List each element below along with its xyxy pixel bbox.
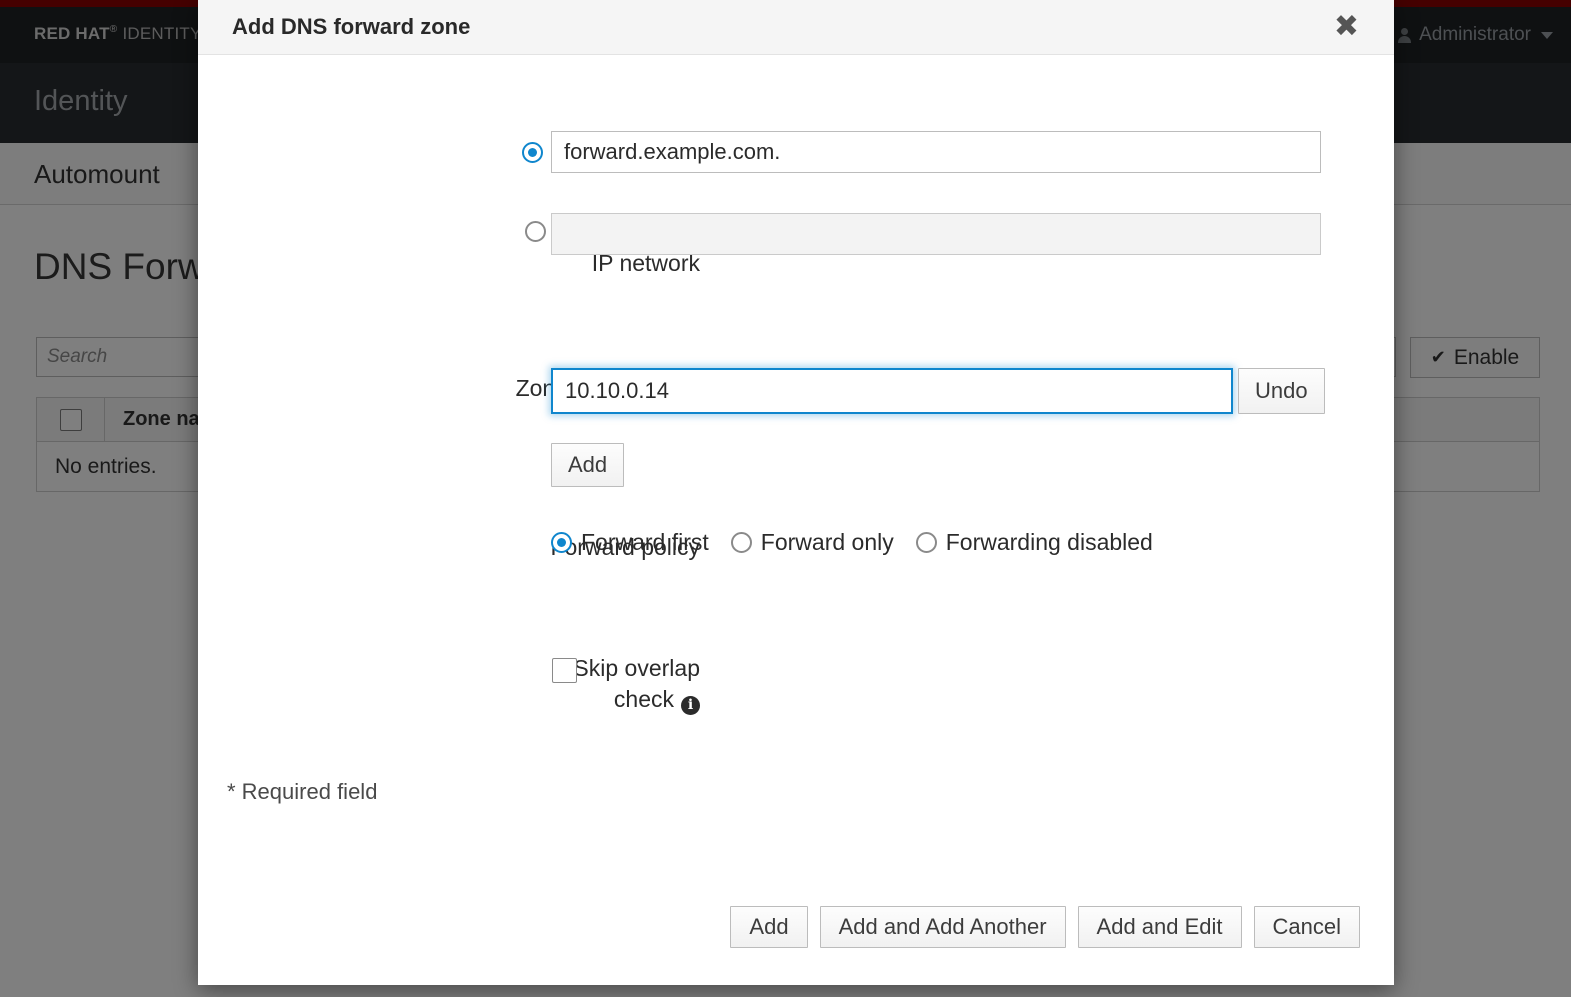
forward-policy-radio-group: Forward first Forward only Forwarding di… (551, 529, 1153, 556)
reverse-zone-radio[interactable] (525, 221, 547, 242)
zone-forwarders-undo-button[interactable]: Undo (1238, 368, 1325, 414)
zone-forwarders-add-button[interactable]: Add (551, 443, 625, 487)
close-icon[interactable]: ✖ (1334, 11, 1359, 42)
zone-name-input[interactable] (551, 131, 1321, 173)
forward-policy-option-forward-only[interactable]: Forward only (730, 529, 894, 556)
forwarding-disabled-radio[interactable] (915, 532, 937, 553)
forward-policy-option-forwarding-disabled[interactable]: Forwarding disabled (915, 529, 1153, 556)
dialog-cancel-button[interactable]: Cancel (1253, 906, 1360, 948)
skip-overlap-check-label-line2: check (613, 686, 674, 713)
dialog-header: Add DNS forward zone ✖ (198, 0, 1394, 55)
skip-overlap-check-checkbox[interactable] (552, 658, 577, 683)
reverse-zone-ip-network-input[interactable] (551, 213, 1321, 255)
forwarding-disabled-label: Forwarding disabled (945, 529, 1153, 555)
dialog-add-and-edit-button[interactable]: Add and Edit (1077, 906, 1242, 948)
info-icon[interactable]: i (681, 696, 700, 716)
zone-name-radio[interactable] (521, 141, 543, 163)
skip-overlap-check-label-line1: Skip overlap (573, 655, 700, 681)
forward-first-radio[interactable] (551, 532, 572, 553)
dialog-footer: Add Add and Add Another Add and Edit Can… (198, 885, 1394, 985)
forward-only-label: Forward only (760, 529, 894, 555)
add-dns-forward-zone-dialog: Add DNS forward zone ✖ Zone name * Rever… (198, 0, 1394, 985)
forward-only-radio[interactable] (730, 532, 752, 553)
zone-forwarders-input[interactable] (551, 368, 1233, 414)
dialog-add-and-add-another-button[interactable]: Add and Add Another (819, 906, 1066, 948)
dialog-title: Add DNS forward zone (232, 13, 471, 39)
forward-policy-option-forward-first[interactable]: Forward first (551, 529, 709, 556)
dialog-body: Zone name * Reverse zone IP network Zone… (198, 55, 1394, 885)
forward-first-label: Forward first (581, 529, 709, 555)
required-field-note: * Required field (227, 779, 378, 804)
dialog-add-button[interactable]: Add (730, 906, 808, 948)
